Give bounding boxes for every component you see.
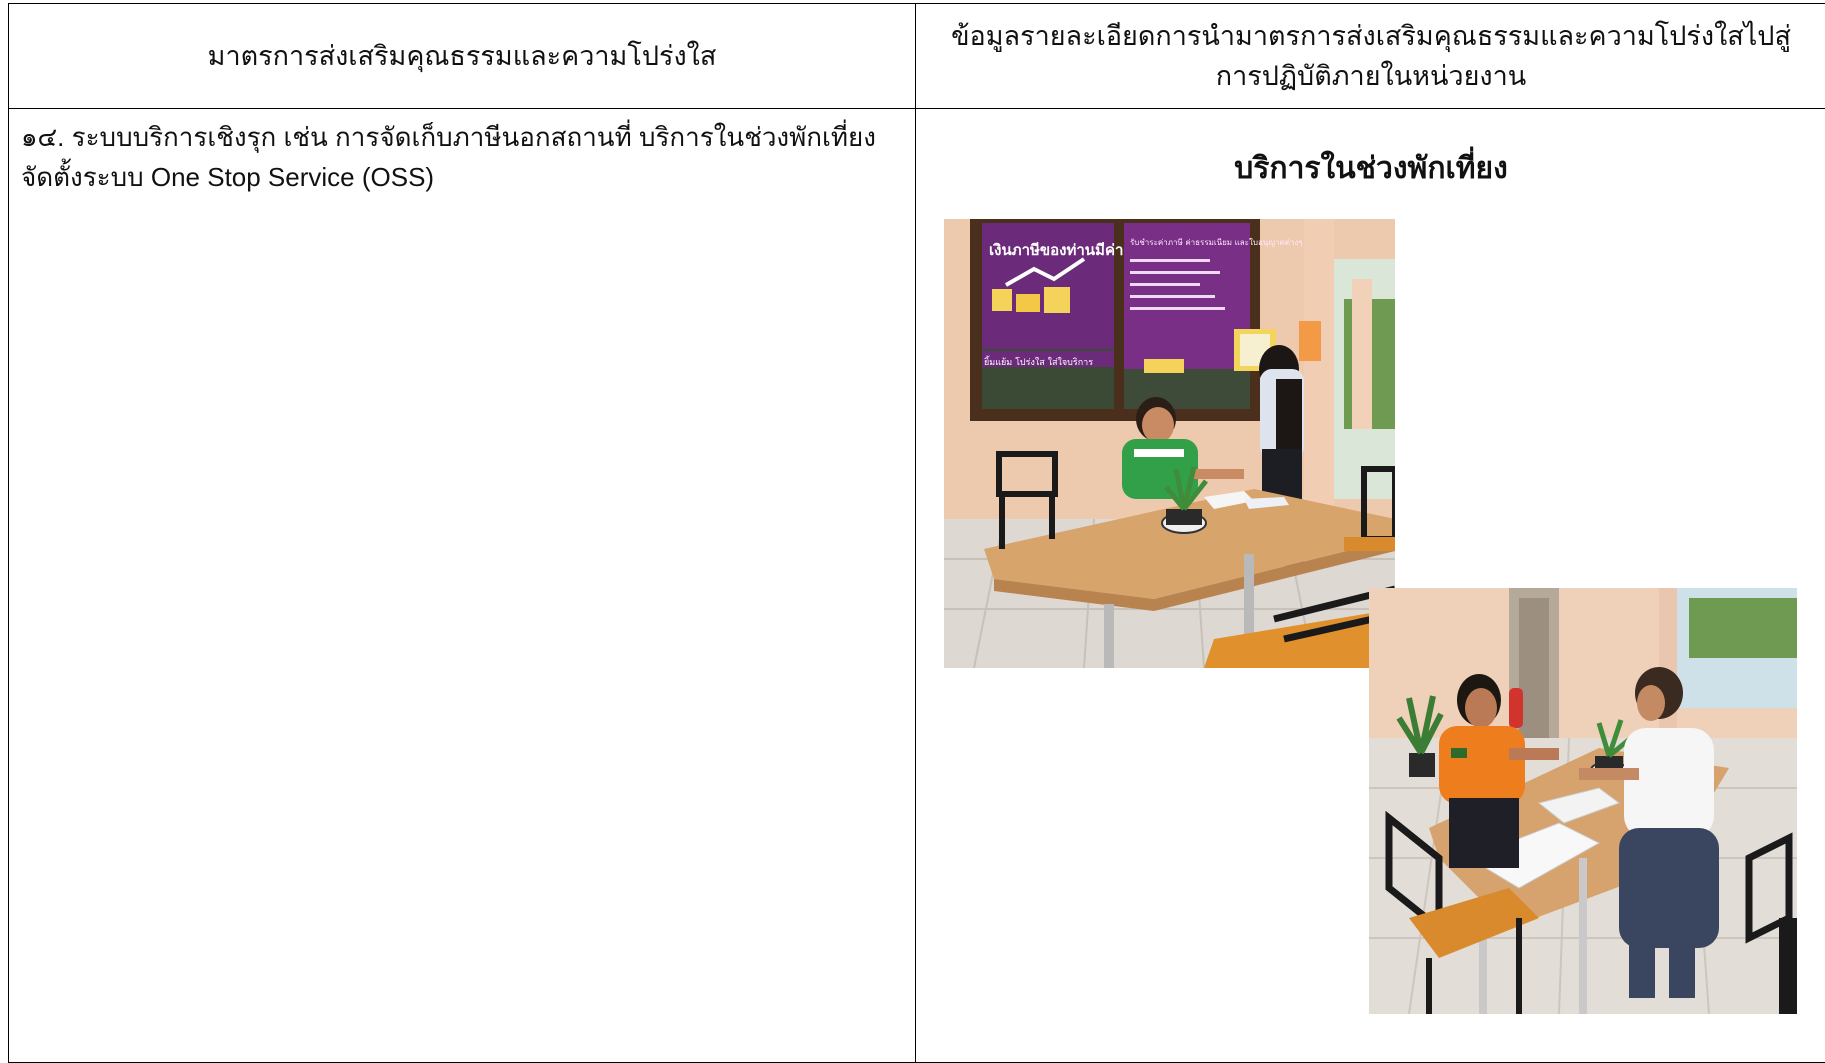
lunch-service-photo-1: เงินภาษีของท่านมีค่า รับชำระค่าภาษี ค่าธ… <box>944 219 1395 668</box>
measure-cell: ๑๔. ระบบบริการเชิงรุก เช่น การจัดเก็บภาษ… <box>9 109 916 1063</box>
lunch-service-photo-2 <box>1369 588 1797 1014</box>
section-title: บริการในช่วงพักเที่ยง <box>916 149 1825 189</box>
header-details-label: ข้อมูลรายละเอียดการนำมาตรการส่งเสริมคุณธ… <box>916 16 1825 96</box>
header-measures-label: มาตรการส่งเสริมคุณธรรมและความโปร่งใส <box>9 36 915 76</box>
photo-1-illustration: เงินภาษีของท่านมีค่า รับชำระค่าภาษี ค่าธ… <box>944 219 1395 668</box>
table-header-row: มาตรการส่งเสริมคุณธรรมและความโปร่งใส ข้อ… <box>9 4 1825 109</box>
poster-side-text: รับชำระค่าภาษี ค่าธรรมเนียม และใบอนุญาตต… <box>1130 238 1303 247</box>
header-details: ข้อมูลรายละเอียดการนำมาตรการส่งเสริมคุณธ… <box>916 4 1825 109</box>
measure-line-2: จัดตั้งระบบ One Stop Service (OSS) <box>21 157 903 197</box>
photo-2-illustration <box>1369 588 1797 1014</box>
measure-text: ๑๔. ระบบบริการเชิงรุก เช่น การจัดเก็บภาษ… <box>9 109 915 197</box>
poster-title-text: เงินภาษีของท่านมีค่า <box>989 241 1123 259</box>
measure-line-1: ๑๔. ระบบบริการเชิงรุก เช่น การจัดเก็บภาษ… <box>21 117 903 157</box>
header-measures: มาตรการส่งเสริมคุณธรรมและความโปร่งใส <box>9 4 916 109</box>
